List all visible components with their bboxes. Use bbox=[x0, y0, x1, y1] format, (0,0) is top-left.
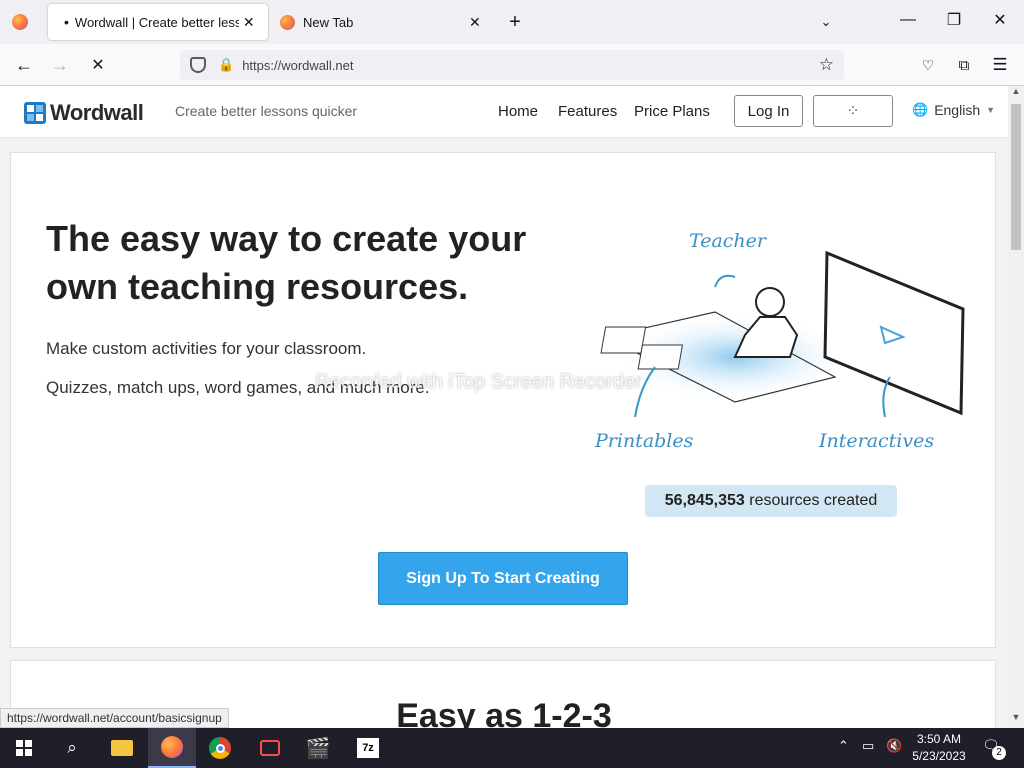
illustration-label-teacher: Teacher bbox=[689, 230, 768, 252]
headline-line-1: The easy way to create your bbox=[46, 218, 527, 259]
scrollbar[interactable]: ▲ ▼ bbox=[1008, 86, 1024, 728]
recorder-watermark: Recorded with iTop Screen Recorder bbox=[315, 371, 642, 393]
tab-title: Wordwall | Create better lesson bbox=[74, 14, 239, 30]
tab-new-tab[interactable]: New Tab ✕ bbox=[272, 4, 492, 40]
bookmark-star-icon[interactable]: ☆ bbox=[819, 55, 834, 75]
stop-loading-icon[interactable]: ✕ bbox=[86, 53, 110, 77]
chevron-down-icon[interactable]: ⌄ bbox=[814, 10, 838, 34]
signup-button-loading[interactable]: ⁘ bbox=[813, 95, 893, 127]
nav-features[interactable]: Features bbox=[558, 103, 617, 120]
maximize-icon[interactable]: ❐ bbox=[942, 8, 966, 32]
scroll-up-arrow-icon[interactable]: ▲ bbox=[1008, 86, 1024, 102]
nav-toolbar: ← → ✕ 🔒 https://wordwall.net ☆ ♡ ⧉ ☰ bbox=[0, 44, 1024, 86]
login-button[interactable]: Log In bbox=[734, 95, 803, 127]
clock[interactable]: 3:50 AM 5/23/2023 bbox=[908, 731, 970, 765]
tab-bar: • Wordwall | Create better lesson ✕ New … bbox=[0, 0, 1024, 44]
resource-suffix: resources created bbox=[749, 492, 878, 509]
new-tab-icon[interactable]: + bbox=[504, 10, 526, 34]
notification-badge: 2 bbox=[992, 746, 1006, 760]
wordwall-logo-icon bbox=[24, 102, 46, 124]
file-explorer-icon[interactable] bbox=[98, 728, 146, 768]
page-content: Wordwall Create better lessons quicker H… bbox=[0, 86, 1024, 728]
firefox-icon bbox=[280, 14, 295, 30]
firefox-menu-icon[interactable] bbox=[10, 12, 30, 32]
cta-label: Sign Up To Start Creating bbox=[406, 569, 600, 587]
nav-price-plans[interactable]: Price Plans bbox=[634, 103, 710, 120]
volume-muted-icon[interactable]: 🔇 bbox=[886, 738, 902, 754]
illustration-label-interactives: Interactives bbox=[818, 430, 934, 452]
video-editor-icon[interactable]: 🎬 bbox=[294, 728, 342, 768]
hero-headline: The easy way to create your own teaching… bbox=[46, 215, 526, 311]
windows-logo-icon bbox=[16, 740, 32, 756]
back-icon[interactable]: ← bbox=[12, 53, 36, 77]
lock-icon[interactable]: 🔒 bbox=[218, 57, 234, 73]
url-text[interactable]: https://wordwall.net bbox=[242, 58, 353, 73]
nav-home[interactable]: Home bbox=[498, 103, 538, 120]
scroll-thumb[interactable] bbox=[1011, 104, 1021, 250]
tracking-shield-icon[interactable] bbox=[190, 57, 206, 73]
signup-cta-button[interactable]: Sign Up To Start Creating bbox=[378, 552, 628, 605]
headline-line-2: own teaching resources. bbox=[46, 266, 469, 307]
start-button[interactable] bbox=[0, 728, 48, 768]
loading-spinner-icon: ⁘ bbox=[846, 103, 860, 120]
7zip-icon[interactable]: 7z bbox=[344, 728, 392, 768]
language-selector[interactable]: 🌐 English ▼ bbox=[912, 102, 995, 118]
wordwall-logo[interactable]: Wordwall bbox=[24, 100, 144, 126]
hero-section: The easy way to create your own teaching… bbox=[10, 152, 996, 648]
resource-count-badge: 56,845,353 resources created bbox=[645, 485, 897, 517]
hero-illustration: Teacher Printables Interactives bbox=[594, 230, 965, 452]
tab-title: New Tab bbox=[303, 14, 354, 30]
tab-loading-dot: • bbox=[64, 14, 69, 30]
firefox-taskbar-icon[interactable] bbox=[148, 728, 196, 768]
extensions-icon[interactable]: ⧉ bbox=[952, 53, 976, 77]
illustration-label-printables: Printables bbox=[594, 430, 694, 452]
close-icon[interactable]: ✕ bbox=[469, 14, 481, 31]
tagline: Create better lessons quicker bbox=[175, 103, 358, 119]
clock-date: 5/23/2023 bbox=[912, 749, 966, 763]
clock-time: 3:50 AM bbox=[916, 732, 962, 746]
url-bar[interactable]: 🔒 https://wordwall.net ☆ bbox=[180, 50, 844, 80]
screen-recorder-icon[interactable] bbox=[246, 728, 294, 768]
tray-chevron-up-icon[interactable]: ⌃ bbox=[838, 738, 849, 754]
login-label: Log In bbox=[747, 102, 790, 120]
chrome-icon[interactable] bbox=[196, 728, 244, 768]
forward-icon[interactable]: → bbox=[48, 53, 72, 77]
minimize-icon[interactable]: — bbox=[896, 8, 920, 32]
brand-name: Wordwall bbox=[50, 100, 144, 125]
site-header: Wordwall Create better lessons quicker H… bbox=[0, 86, 1008, 138]
globe-icon: 🌐 bbox=[912, 102, 929, 117]
resource-count: 56,845,353 bbox=[664, 492, 745, 509]
search-icon[interactable]: ⌕ bbox=[48, 728, 96, 768]
close-icon[interactable]: ✕ bbox=[243, 14, 255, 31]
hero-subtext-1: Make custom activities for your classroo… bbox=[46, 339, 367, 358]
window-close-icon[interactable]: ✕ bbox=[988, 8, 1012, 32]
tab-wordwall[interactable]: • Wordwall | Create better lesson ✕ bbox=[48, 4, 268, 40]
pocket-icon[interactable]: ♡ bbox=[916, 53, 940, 77]
status-url: https://wordwall.net/account/basicsignup bbox=[0, 708, 229, 728]
windows-taskbar: ⌕ 🎬 7z ⌃ ▭ 🔇 3:50 AM 5/23/2023 🗨 2 bbox=[0, 728, 1024, 768]
scroll-down-arrow-icon[interactable]: ▼ bbox=[1008, 712, 1024, 728]
caret-down-icon: ▼ bbox=[986, 105, 996, 115]
hamburger-menu-icon[interactable]: ☰ bbox=[988, 53, 1012, 77]
network-icon[interactable]: ▭ bbox=[862, 738, 874, 754]
language-label: English bbox=[934, 102, 981, 118]
